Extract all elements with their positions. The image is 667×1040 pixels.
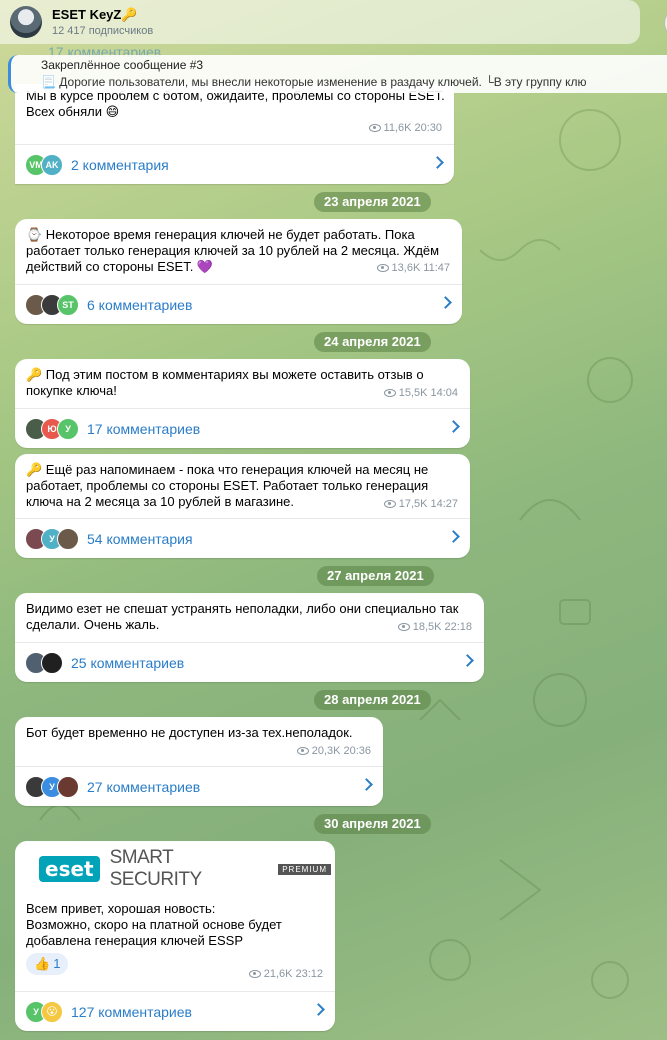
channel-title: ESET KeyZ🔑 <box>52 7 138 22</box>
date-separator: 23 апреля 2021 <box>314 192 431 212</box>
comments-count: 127 комментариев <box>71 1003 192 1020</box>
commenter-avatar: ST <box>57 293 79 316</box>
pinned-text: 📃 Дорогие пользователи, мы внесли некото… <box>41 75 587 89</box>
post-image[interactable]: eset SMART SECURITY PREMIUM <box>19 845 331 893</box>
commenter-avatar: AK <box>41 153 63 176</box>
date-separator: 30 апреля 2021 <box>314 814 431 834</box>
comments-count: 2 комментария <box>71 156 169 173</box>
commenter-avatar: У <box>57 417 79 440</box>
views-icon <box>296 747 309 755</box>
chevron-right-icon <box>431 156 444 169</box>
chevron-right-icon <box>447 420 460 433</box>
post-time: 23:12 <box>295 968 323 980</box>
post-time: 14:27 <box>430 498 458 510</box>
channel-post[interactable]: 🔑 Под этим постом в комментариях вы може… <box>15 359 470 448</box>
comments-count: 25 комментариев <box>71 654 185 671</box>
post-views: 15,5K <box>398 387 428 399</box>
channel-post[interactable]: Видимо езет не спешат устранять неполадк… <box>15 593 484 682</box>
channel-post[interactable]: Мы в курсе проблем с ботом, ожидайте, пр… <box>15 84 454 184</box>
date-separator: 28 апреля 2021 <box>314 690 431 710</box>
post-meta: 20,3K 20:36 <box>296 745 371 757</box>
post-views: 18,5K <box>412 621 442 633</box>
post-text: Всем привет, хорошая новость: Возможно, … <box>26 901 282 948</box>
pinned-message-bar[interactable]: Закреплённое сообщение #3 📃 Дорогие поль… <box>8 55 667 93</box>
chevron-right-icon <box>439 296 452 309</box>
views-icon <box>397 623 410 631</box>
post-time: 22:18 <box>444 621 472 633</box>
comments-count: 17 комментариев <box>87 420 201 437</box>
channel-avatar[interactable] <box>10 6 42 38</box>
commenter-avatar: 😮 <box>41 1000 63 1023</box>
views-icon <box>376 264 389 272</box>
post-meta: 11,6K 20:30 <box>368 122 442 134</box>
views-icon <box>248 970 261 978</box>
reaction-count: 1 <box>53 956 61 971</box>
post-text: Бот будет временно не доступен из-за тех… <box>26 725 353 740</box>
pinned-title: Закреплённое сообщение #3 <box>41 58 204 72</box>
commenter-avatar <box>41 651 63 674</box>
post-views: 13,6K <box>391 262 421 274</box>
post-views: 21,6K <box>263 968 293 980</box>
product-edition: PREMIUM <box>278 863 331 875</box>
post-meta: 17,5K 14:27 <box>383 498 458 510</box>
comments-count: 6 комментариев <box>87 296 193 313</box>
post-meta: 15,5K 14:04 <box>383 387 458 399</box>
post-meta: 13,6K 11:47 <box>376 262 450 274</box>
comments-count: 54 комментария <box>87 530 193 547</box>
channel-post[interactable]: Бот будет временно не доступен из-за тех… <box>15 717 383 806</box>
product-name: SMART SECURITY <box>109 847 203 890</box>
channel-post[interactable]: 🔑 Ещё раз напоминаем - пока что генераци… <box>15 454 470 558</box>
chevron-right-icon <box>360 778 373 791</box>
views-icon <box>383 389 396 397</box>
views-icon <box>383 500 396 508</box>
channel-post[interactable]: eset SMART SECURITY PREMIUM Всем привет,… <box>15 841 335 1031</box>
channel-post[interactable]: ⌚ Некоторое время генерация ключей не бу… <box>15 219 462 324</box>
post-time: 20:30 <box>414 122 442 134</box>
post-time: 20:36 <box>343 745 371 757</box>
subscriber-count: 12 417 подписчиков <box>52 25 154 37</box>
thumbs-up-icon: 👍 <box>34 956 51 971</box>
post-views: 17,5K <box>398 498 428 510</box>
commenter-avatar <box>57 775 79 798</box>
chevron-right-icon <box>447 530 460 543</box>
post-time: 11:47 <box>423 262 450 274</box>
comments-button[interactable]: Ю У 17 комментариев <box>15 408 470 448</box>
post-time: 14:04 <box>430 387 458 399</box>
comments-count: 27 комментариев <box>87 778 201 795</box>
views-icon <box>368 124 381 132</box>
eset-logo: eset <box>39 856 100 882</box>
commenter-avatar <box>57 527 79 550</box>
comments-button[interactable]: ST 6 комментариев <box>15 284 462 324</box>
date-separator: 24 апреля 2021 <box>314 332 431 352</box>
post-views: 11,6K <box>383 122 412 134</box>
channel-header[interactable]: ESET KeyZ🔑 12 417 подписчиков <box>0 0 640 44</box>
post-views: 20,3K <box>311 745 341 757</box>
comments-button[interactable]: У 😮 127 комментариев <box>15 991 335 1031</box>
post-meta: 18,5K 22:18 <box>397 621 472 633</box>
comments-button[interactable]: У 54 комментария <box>15 518 470 558</box>
date-separator: 27 апреля 2021 <box>317 566 434 586</box>
chevron-right-icon <box>461 654 474 667</box>
comments-button[interactable]: 25 комментариев <box>15 642 484 682</box>
comments-button[interactable]: У 27 комментариев <box>15 766 383 806</box>
comments-button[interactable]: VM AK 2 комментария <box>15 144 454 184</box>
reaction-button[interactable]: 👍 1 <box>26 953 69 975</box>
post-meta: 21,6K 23:12 <box>248 968 323 980</box>
chevron-right-icon <box>312 1003 325 1016</box>
